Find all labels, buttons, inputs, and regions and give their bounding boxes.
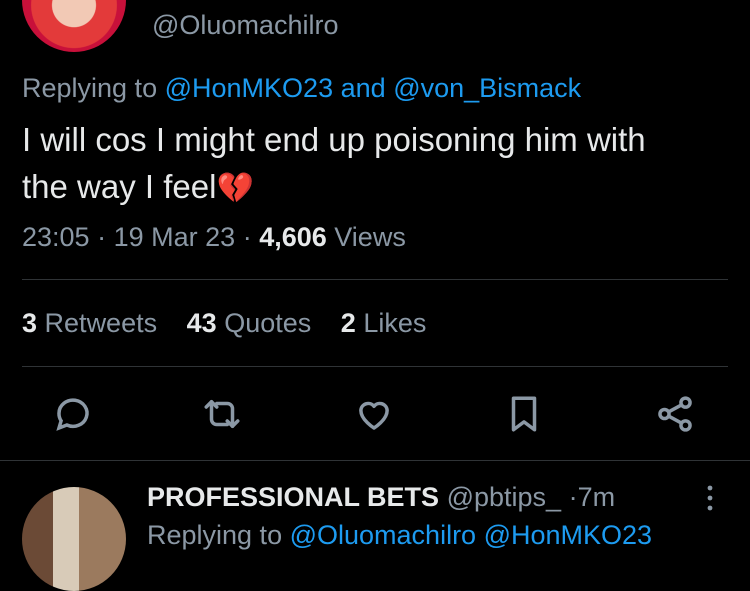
broken-heart-emoji: 💔 (216, 172, 254, 205)
retweets-label: Retweets (44, 308, 158, 338)
reply-icon (56, 398, 89, 431)
likes-label: Likes (363, 308, 427, 338)
replying-to-line: Replying to @HonMKO23 and @von_Bismack (22, 73, 581, 104)
mention-link[interactable]: @Oluomachilro (290, 520, 476, 550)
views-label: Views (334, 222, 406, 252)
reply-button[interactable] (52, 393, 94, 435)
action-bar (0, 393, 750, 435)
mention-link[interactable]: @HonMKO23 (165, 73, 333, 103)
reply-age[interactable]: 7m (578, 482, 616, 512)
like-button[interactable] (353, 393, 395, 435)
tweet-meta: 23:05 · 19 Mar 23 · 4,606 Views (22, 222, 406, 253)
section-divider (0, 460, 750, 461)
like-icon (359, 401, 389, 430)
quotes-stat[interactable]: 43 Quotes (187, 308, 312, 338)
tweet-text-line: the way I feel (22, 168, 217, 205)
reply-separator: · (568, 482, 578, 512)
share-icon (658, 396, 692, 432)
replying-to-label: Replying to (22, 73, 158, 103)
reply-author-avatar[interactable] (22, 487, 126, 591)
bookmark-icon (511, 396, 537, 432)
divider (22, 279, 728, 280)
views-count: 4,606 (259, 222, 327, 252)
more-options-icon[interactable] (700, 484, 720, 512)
likes-stat[interactable]: 2 Likes (341, 308, 427, 338)
author-handle[interactable]: @Oluomachilro (152, 10, 338, 41)
meta-separator: · (242, 222, 260, 252)
quotes-count: 43 (186, 308, 217, 338)
bookmark-button[interactable] (503, 393, 545, 435)
engagement-stats: 3 Retweets 43 Quotes 2 Likes (22, 308, 448, 339)
tweet-text-line: I will cos I might end up poisoning him … (22, 121, 646, 158)
mention-link[interactable]: @HonMKO23 (484, 520, 652, 550)
tweet-time[interactable]: 23:05 (22, 222, 90, 252)
author-avatar[interactable] (22, 0, 126, 52)
retweets-count: 3 (22, 308, 38, 338)
tweet-date[interactable]: 19 Mar 23 (114, 222, 236, 252)
reply-header: PROFESSIONAL BETS @pbtips_ ·7m (147, 482, 615, 513)
retweet-button[interactable] (201, 393, 243, 435)
meta-separator: · (97, 222, 114, 252)
reply-author-handle[interactable]: @pbtips_ (447, 482, 561, 512)
quotes-label: Quotes (224, 308, 312, 338)
mention-link[interactable]: @von_Bismack (393, 73, 581, 103)
reply-and-text: and (340, 73, 386, 103)
replying-to-label: Replying to (147, 520, 283, 550)
reply-author-name[interactable]: PROFESSIONAL BETS (147, 482, 439, 512)
share-button[interactable] (654, 393, 696, 435)
tweet-text: I will cos I might end up poisoning him … (22, 116, 732, 212)
retweet-icon (204, 400, 240, 428)
retweets-stat[interactable]: 3 Retweets (22, 308, 157, 338)
likes-count: 2 (340, 308, 356, 338)
divider (22, 366, 728, 367)
